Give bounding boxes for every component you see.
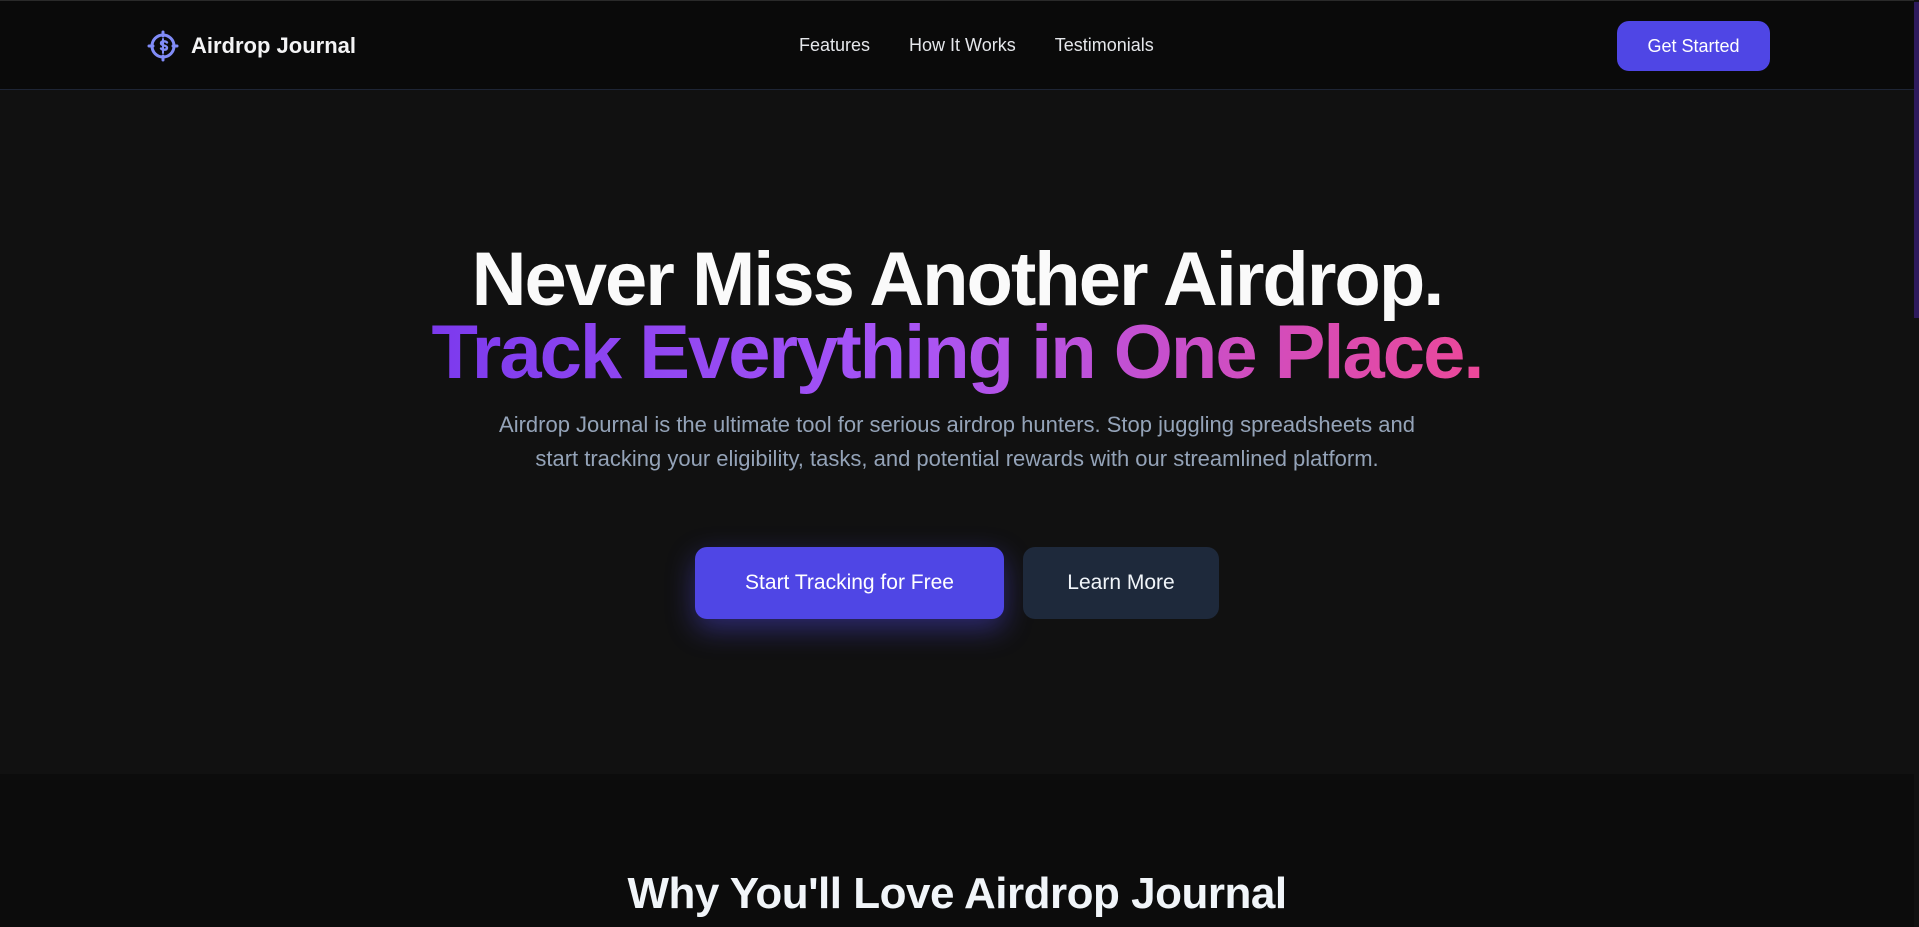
nav-link-testimonials[interactable]: Testimonials	[1055, 35, 1154, 56]
nav-links: Features How It Works Testimonials	[799, 35, 1154, 56]
dollar-target-icon	[147, 30, 179, 62]
brand-name: Airdrop Journal	[191, 33, 357, 58]
scrollbar-thumb[interactable]	[1914, 2, 1919, 318]
hero-title-line2: Track Everything in One Place.	[0, 315, 1914, 391]
brand-logo[interactable]: Airdrop Journal	[147, 30, 356, 62]
hero-section: Never Miss Another Airdrop. Track Everyt…	[0, 90, 1914, 774]
hero-title-line1: Never Miss Another Airdrop.	[471, 237, 1445, 322]
nav-link-features[interactable]: Features	[799, 35, 870, 56]
learn-more-button[interactable]: Learn More	[1023, 547, 1219, 619]
features-section: Why You'll Love Airdrop Journal	[0, 774, 1914, 927]
start-tracking-button[interactable]: Start Tracking for Free	[695, 547, 1004, 619]
get-started-button[interactable]: Get Started	[1617, 21, 1770, 71]
scrollbar[interactable]	[1914, 0, 1919, 927]
nav-link-how-it-works[interactable]: How It Works	[909, 35, 1016, 56]
features-heading: Why You'll Love Airdrop Journal	[627, 869, 1287, 918]
navbar: Airdrop Journal Features How It Works Te…	[0, 0, 1914, 90]
hero-title-gradient-text: Track Everything in One Place.	[431, 310, 1485, 395]
hero-description: Airdrop Journal is the ultimate tool for…	[499, 412, 1415, 471]
